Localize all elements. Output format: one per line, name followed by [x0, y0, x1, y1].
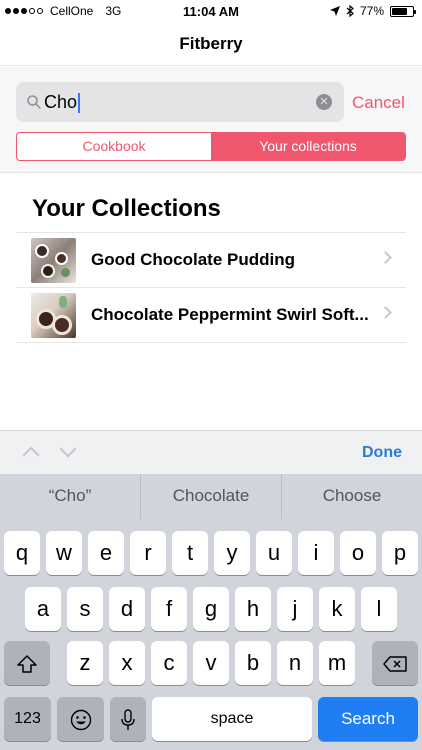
key-y[interactable]: y: [214, 531, 250, 575]
recipe-thumbnail: [31, 292, 76, 338]
key-d[interactable]: d: [109, 587, 145, 631]
key-o[interactable]: o: [340, 531, 376, 575]
key-m[interactable]: m: [319, 641, 355, 685]
key-j[interactable]: j: [277, 587, 313, 631]
key-x[interactable]: x: [109, 641, 145, 685]
key-b[interactable]: b: [235, 641, 271, 685]
search-area: Cho ✕ Cancel Cookbook Your collections: [0, 67, 422, 173]
cancel-button[interactable]: Cancel: [352, 93, 405, 113]
list-item[interactable]: Good Chocolate Pudding: [16, 233, 406, 288]
suggestion-item[interactable]: Choose: [282, 474, 422, 519]
shift-key[interactable]: [4, 641, 50, 685]
backspace-icon: [383, 656, 407, 672]
key-t[interactable]: t: [172, 531, 208, 575]
space-key[interactable]: space: [152, 697, 312, 741]
next-field-icon[interactable]: [59, 440, 77, 458]
battery-percentage: 77%: [359, 4, 384, 18]
key-e[interactable]: e: [88, 531, 124, 575]
chevron-right-icon: [379, 306, 392, 319]
numbers-key[interactable]: 123: [4, 697, 51, 741]
key-h[interactable]: h: [235, 587, 271, 631]
previous-field-icon[interactable]: [22, 446, 40, 464]
search-query-text: Cho: [44, 92, 78, 112]
delete-key[interactable]: [372, 641, 418, 685]
done-button[interactable]: Done: [362, 444, 402, 462]
status-right: 77%: [329, 4, 416, 18]
bluetooth-icon: [346, 5, 354, 17]
key-z[interactable]: z: [67, 641, 103, 685]
collections-list: Good Chocolate Pudding Chocolate Pepperm…: [16, 232, 406, 343]
key-l[interactable]: l: [361, 587, 397, 631]
search-input[interactable]: Cho ✕: [16, 82, 344, 122]
search-icon: [27, 95, 41, 109]
key-k[interactable]: k: [319, 587, 355, 631]
segment-cookbook[interactable]: Cookbook: [17, 133, 211, 160]
keyboard: q w e r t y u i o p a s d f g h j k l z …: [0, 519, 422, 750]
status-bar: CellOne 3G 11:04 AM 77%: [0, 0, 422, 22]
key-v[interactable]: v: [193, 641, 229, 685]
list-item[interactable]: Chocolate Peppermint Swirl Soft...: [16, 288, 406, 343]
key-q[interactable]: q: [4, 531, 40, 575]
key-f[interactable]: f: [151, 587, 187, 631]
segmented-control: Cookbook Your collections: [16, 132, 406, 161]
emoji-key[interactable]: [57, 697, 104, 741]
microphone-icon: [121, 709, 135, 731]
suggestion-item[interactable]: “Cho”: [0, 474, 141, 519]
key-c[interactable]: c: [151, 641, 187, 685]
clear-search-icon[interactable]: ✕: [316, 94, 332, 110]
battery-fill: [392, 7, 408, 15]
shift-icon: [17, 655, 37, 673]
key-n[interactable]: n: [277, 641, 313, 685]
predictive-suggestions: “Cho” Chocolate Choose: [0, 474, 422, 519]
section-title: Your Collections: [32, 195, 221, 222]
collection-title: Good Chocolate Pudding: [91, 250, 295, 269]
navigation-bar: Fitberry: [0, 22, 422, 66]
search-query: Cho: [44, 92, 81, 113]
recipe-thumbnail: [31, 237, 76, 283]
dictation-key[interactable]: [110, 697, 146, 741]
key-s[interactable]: s: [67, 587, 103, 631]
suggestion-item[interactable]: Chocolate: [141, 474, 282, 519]
location-arrow-icon: [329, 6, 340, 16]
keyboard-accessory-bar: Done: [0, 430, 422, 474]
text-cursor: [78, 92, 81, 113]
nav-title: Fitberry: [179, 34, 243, 53]
segment-your-collections[interactable]: Your collections: [211, 133, 405, 160]
key-w[interactable]: w: [46, 531, 82, 575]
key-i[interactable]: i: [298, 531, 334, 575]
key-u[interactable]: u: [256, 531, 292, 575]
key-g[interactable]: g: [193, 587, 229, 631]
battery-icon: [390, 5, 416, 17]
search-key[interactable]: Search: [318, 697, 418, 741]
key-p[interactable]: p: [382, 531, 418, 575]
chevron-right-icon: [379, 251, 392, 264]
emoji-icon: [70, 709, 91, 731]
key-r[interactable]: r: [130, 531, 166, 575]
key-a[interactable]: a: [25, 587, 61, 631]
collection-title: Chocolate Peppermint Swirl Soft...: [91, 305, 369, 324]
